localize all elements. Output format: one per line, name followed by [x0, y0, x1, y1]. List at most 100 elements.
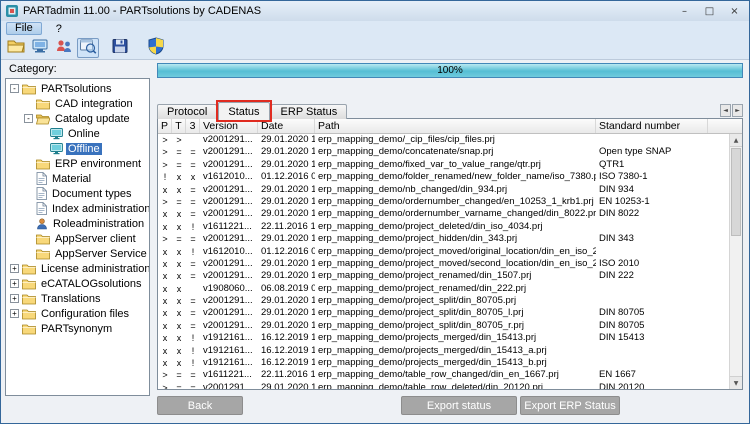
table-row[interactable]: >==v2001291...29.01.2020 10:...erp_mappi…: [158, 146, 729, 158]
tree-item-index-administration[interactable]: Index administration: [6, 201, 149, 216]
table-row[interactable]: >==v2001291...29.01.2020 10:...erp_mappi…: [158, 159, 729, 171]
cell-version: v2001291...: [200, 146, 258, 158]
cell-path: erp_mapping_demo/project_moved/second_lo…: [315, 258, 596, 270]
column-header-p[interactable]: P: [158, 119, 172, 133]
table-row[interactable]: xx=v2001291...29.01.2020 10:...erp_mappi…: [158, 320, 729, 332]
table-row[interactable]: !xxv1612010...01.12.2016 09:...erp_mappi…: [158, 171, 729, 183]
collapse-icon[interactable]: -: [10, 84, 19, 93]
tree-item-online[interactable]: Online: [6, 126, 149, 141]
column-header-date[interactable]: Date: [258, 119, 315, 133]
menu-help[interactable]: ?: [52, 23, 66, 35]
users-icon: [55, 38, 73, 57]
scrollbar-thumb[interactable]: [731, 148, 741, 236]
tree-item-configuration-files[interactable]: + Configuration files: [6, 306, 149, 321]
tab-status[interactable]: Status: [218, 102, 269, 120]
cell-t: x: [172, 208, 186, 220]
cell-p: x: [158, 320, 172, 332]
tree-item-appserver-client[interactable]: AppServer client: [6, 231, 149, 246]
cell-p: !: [158, 171, 172, 183]
column-header-version[interactable]: Version: [200, 119, 258, 133]
tab-protocol[interactable]: Protocol: [157, 104, 217, 119]
computer-button[interactable]: [29, 38, 51, 58]
cell-3: =: [186, 382, 200, 389]
collapse-icon[interactable]: -: [24, 114, 33, 123]
tree-item-cad-integration[interactable]: CAD integration: [6, 96, 149, 111]
export-erp-status-button[interactable]: Export ERP Status: [520, 396, 620, 415]
table-row[interactable]: xx=v2001291...29.01.2020 10:...erp_mappi…: [158, 295, 729, 307]
tree-item-document-types[interactable]: Document types: [6, 186, 149, 201]
table-row[interactable]: xx=v2001291...29.01.2020 10:...erp_mappi…: [158, 307, 729, 319]
tree-item-translations[interactable]: +Translations: [6, 291, 149, 306]
minimize-button[interactable]: –: [672, 3, 697, 19]
column-header-3[interactable]: 3: [186, 119, 200, 133]
cell-path: erp_mapping_demo/nb_changed/din_934.prj: [315, 184, 596, 196]
tab-erp-status[interactable]: ERP Status: [271, 104, 348, 119]
tree-item-label: Configuration files: [39, 308, 131, 320]
table-row[interactable]: xx=v2001291...29.01.2020 10:...erp_mappi…: [158, 270, 729, 282]
tree-item-label: Roleadministration: [51, 218, 146, 230]
cell-p: >: [158, 233, 172, 245]
folder-icon: [22, 293, 36, 305]
table-row[interactable]: xx!v1612010...01.12.2016 09:...erp_mappi…: [158, 246, 729, 258]
cell-standard-number: QTR1: [596, 159, 708, 171]
table-row[interactable]: xx=v2001291...29.01.2020 10:...erp_mappi…: [158, 258, 729, 270]
tree-item-appserver-service[interactable]: AppServer Service: [6, 246, 149, 261]
expander-spacer: [24, 189, 33, 198]
tree-item-erp-environment[interactable]: ERP environment: [6, 156, 149, 171]
tree-item-offline[interactable]: Offline: [6, 141, 149, 156]
table-row[interactable]: >==v2001291...29.01.2020 10:...erp_mappi…: [158, 382, 729, 389]
table-row[interactable]: xx!v1611221...22.11.2016 12:...erp_mappi…: [158, 221, 729, 233]
tree-item-catalog-update[interactable]: -Catalog update: [6, 111, 149, 126]
cell-p: >: [158, 134, 172, 146]
expand-icon[interactable]: +: [10, 279, 19, 288]
tree-item-partsolutions[interactable]: - PARTsolutions: [6, 81, 149, 96]
open-folder-button[interactable]: [5, 38, 27, 58]
column-header-t[interactable]: T: [172, 119, 186, 133]
table-row[interactable]: >==v2001291...29.01.2020 10:...erp_mappi…: [158, 196, 729, 208]
tree-item-material[interactable]: Material: [6, 171, 149, 186]
table-row[interactable]: xx=v2001291...29.01.2020 10:...erp_mappi…: [158, 184, 729, 196]
export-status-button[interactable]: Export status: [401, 396, 517, 415]
cell-date: 29.01.2020 10:...: [258, 134, 315, 146]
save-button[interactable]: [109, 38, 131, 58]
close-button[interactable]: ×: [722, 3, 747, 19]
vertical-scrollbar[interactable]: ▲ ▼: [729, 134, 742, 389]
menu-file[interactable]: File: [6, 22, 42, 35]
progress-bar: 100%: [157, 63, 743, 78]
expand-icon[interactable]: +: [10, 294, 19, 303]
cell-3: !: [186, 221, 200, 233]
tree-item-roleadministration[interactable]: Roleadministration: [6, 216, 149, 231]
users-button[interactable]: [53, 38, 75, 58]
search-button[interactable]: [77, 38, 99, 58]
back-button[interactable]: Back: [157, 396, 243, 415]
table-row[interactable]: xx!v1912161...16.12.2019 12:...erp_mappi…: [158, 332, 729, 344]
tree-item-ecatalogsolutions[interactable]: +eCATALOGsolutions: [6, 276, 149, 291]
tree-item-label: PARTsolutions: [39, 83, 114, 95]
shield-button[interactable]: [145, 38, 167, 58]
scroll-down-icon[interactable]: ▼: [730, 376, 742, 389]
table-row[interactable]: >==v2001291...29.01.2020 10:...erp_mappi…: [158, 233, 729, 245]
expand-icon[interactable]: +: [10, 264, 19, 273]
table-row[interactable]: xxv1908060...06.08.2019 08:...erp_mappin…: [158, 283, 729, 295]
tree-item-license-administration[interactable]: +License administration: [6, 261, 149, 276]
tab-scroll-right-icon[interactable]: ►: [732, 104, 743, 117]
cell-t: =: [172, 369, 186, 381]
maximize-button[interactable]: □: [697, 3, 722, 19]
cell-3: =: [186, 295, 200, 307]
table-row[interactable]: >>v2001291...29.01.2020 10:...erp_mappin…: [158, 134, 729, 146]
cell-version: v2001291...: [200, 258, 258, 270]
tree-item-partsynonym[interactable]: PARTsynonym: [6, 321, 149, 336]
expand-icon[interactable]: +: [10, 309, 19, 318]
tab-scroll-left-icon[interactable]: ◄: [720, 104, 731, 117]
scroll-up-icon[interactable]: ▲: [730, 134, 742, 147]
cell-standard-number: DIN 343: [596, 233, 708, 245]
table-row[interactable]: xx!v1912161...16.12.2019 12:...erp_mappi…: [158, 357, 729, 369]
column-header-standard-number[interactable]: Standard number: [596, 119, 708, 133]
table-row[interactable]: xx=v2001291...29.01.2020 10:...erp_mappi…: [158, 208, 729, 220]
column-header-empty: [708, 119, 742, 133]
cell-version: v2001291...: [200, 270, 258, 282]
table-row[interactable]: >==v1611221...22.11.2016 12:...erp_mappi…: [158, 369, 729, 381]
column-header-path[interactable]: Path: [315, 119, 596, 133]
cell-standard-number: EN 1667: [596, 369, 708, 381]
table-row[interactable]: xx!v1912161...16.12.2019 12:...erp_mappi…: [158, 345, 729, 357]
